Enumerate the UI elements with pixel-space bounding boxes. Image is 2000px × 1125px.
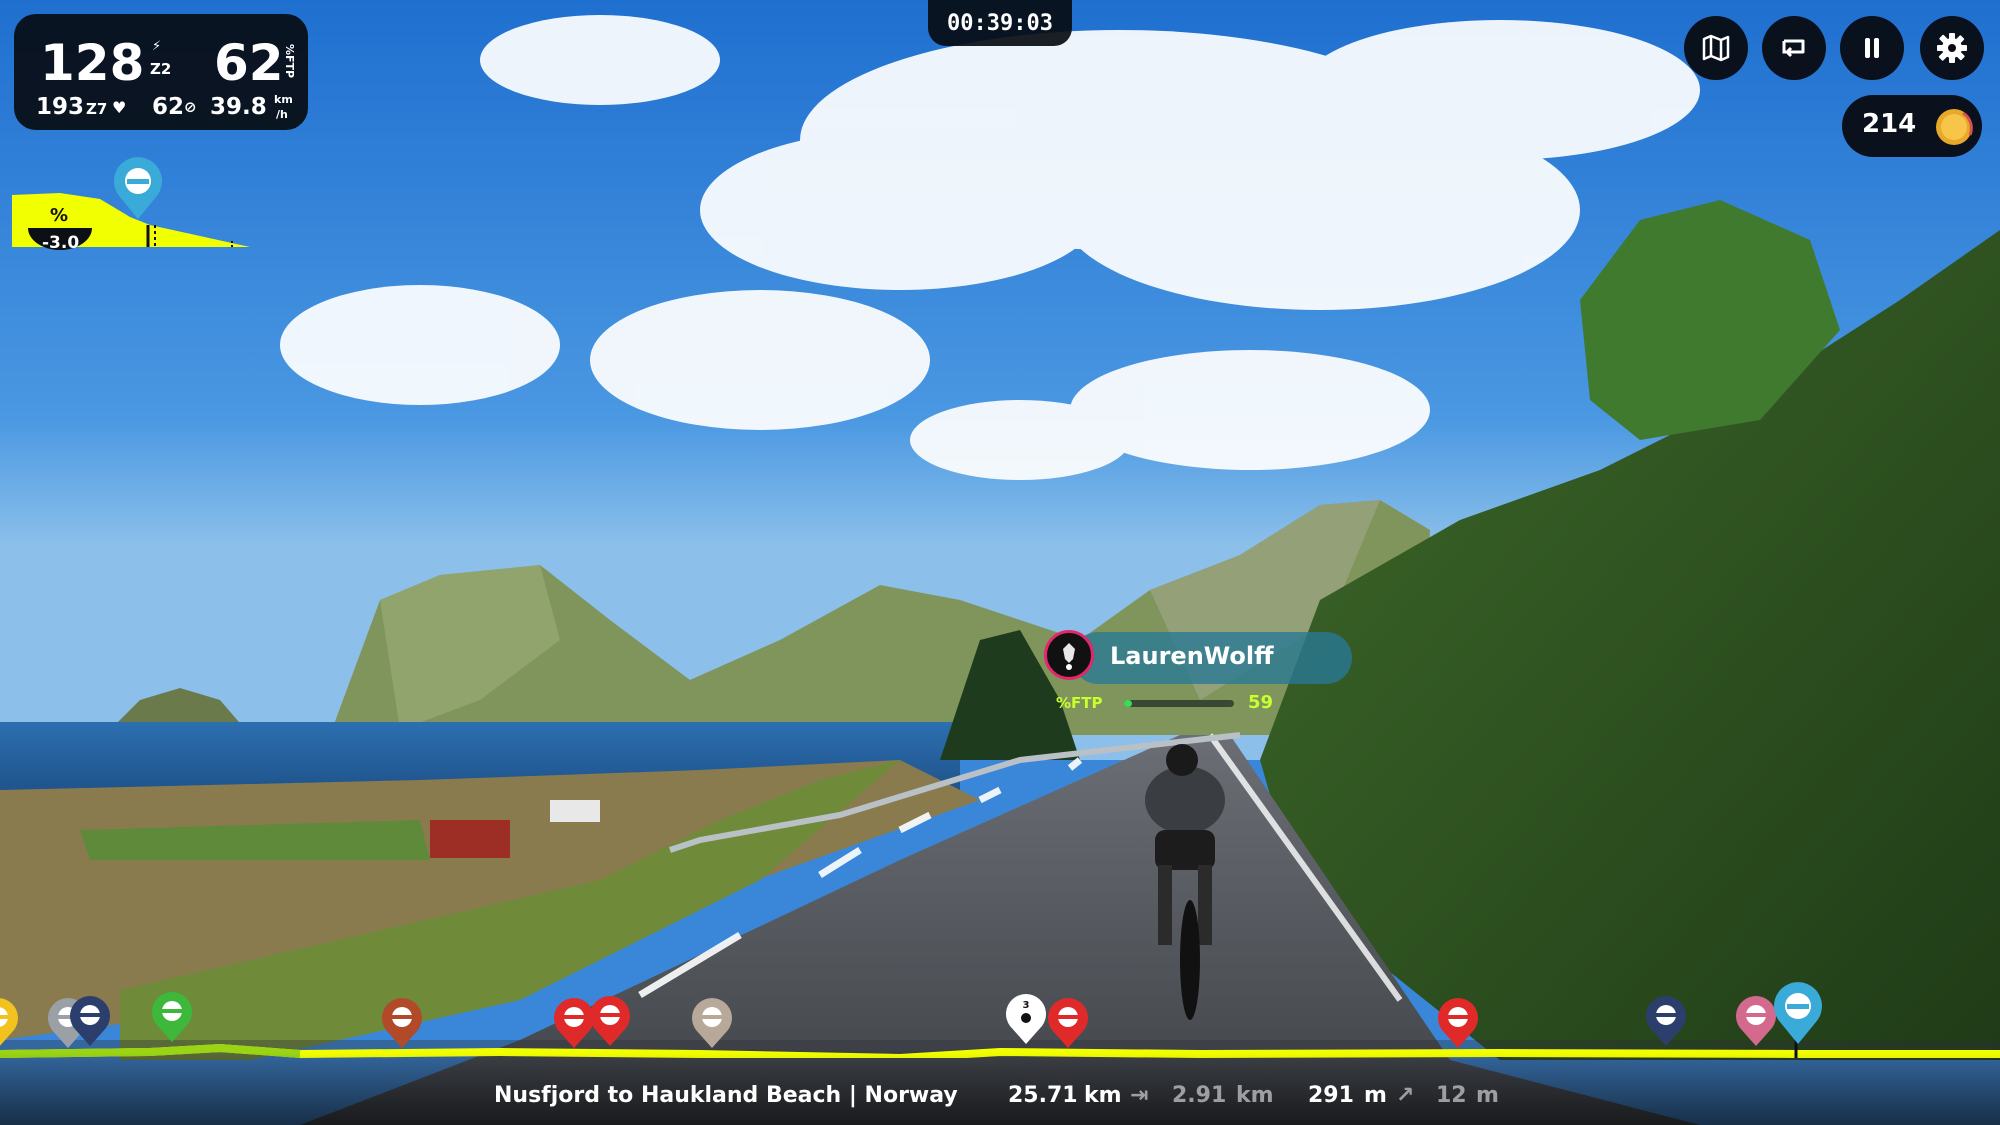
- elevation-value: 291: [1308, 1083, 1354, 1108]
- stats-panel: 128 ⚡ Z2 62 %FTP 193 Z7 ♥ 62 ⊘ 39.8 km /…: [14, 14, 308, 130]
- rider-marker-icon: [114, 157, 162, 219]
- scenery-background: [0, 0, 2000, 1125]
- loop-icon: [1782, 39, 1805, 58]
- rider-marker[interactable]: [588, 996, 632, 1048]
- remaining-icon: ⇥: [1130, 1083, 1149, 1108]
- route-name: Nusfjord to Haukland Beach | Norway: [494, 1083, 958, 1108]
- rider-marker[interactable]: [1046, 998, 1090, 1050]
- rider-ftp: %FTP 59: [1056, 692, 1286, 716]
- ftp-percent-value: 62: [214, 34, 284, 92]
- rider-marker[interactable]: [0, 998, 20, 1050]
- coin-value: 214: [1862, 109, 1917, 139]
- map-button[interactable]: [1684, 16, 1748, 80]
- speed-unit-bottom: /h: [276, 108, 288, 121]
- climb-value: 12: [1436, 1083, 1467, 1108]
- speed-unit-top: km: [274, 93, 293, 106]
- bottom-info-bar: [0, 1052, 2000, 1125]
- gradient-widget: % -3.0: [10, 155, 260, 265]
- remaining-unit: km: [1236, 1083, 1274, 1108]
- group-marker[interactable]: 3: [1004, 994, 1048, 1046]
- distance-value: 25.71: [1008, 1083, 1078, 1108]
- coin-counter: 214: [1842, 95, 1982, 157]
- settings-button[interactable]: [1920, 16, 1984, 80]
- gradient-label: %: [50, 205, 69, 226]
- climb-icon: ↗: [1396, 1083, 1415, 1108]
- pause-icon: [1865, 38, 1879, 58]
- loop-button[interactable]: [1762, 16, 1826, 80]
- gradient-value: -3.0: [42, 233, 80, 253]
- ftp-unit: %FTP: [283, 44, 296, 79]
- elevation-unit: m: [1364, 1083, 1387, 1108]
- hr-zone: Z7: [86, 100, 108, 118]
- ftp-label: %FTP: [1056, 694, 1103, 712]
- elapsed-timer: 00:39:03: [928, 0, 1072, 46]
- distance-unit: km: [1084, 1083, 1122, 1108]
- coin-icon: [1936, 109, 1973, 145]
- climb-unit: m: [1476, 1083, 1499, 1108]
- rider-marker[interactable]: [150, 992, 194, 1044]
- heart-icon: ♥: [112, 98, 127, 117]
- svg-text:3: 3: [1023, 1000, 1030, 1011]
- power-zone: Z2: [150, 60, 172, 78]
- ftp-progress-bar: [1124, 700, 1234, 707]
- pause-button[interactable]: [1840, 16, 1904, 80]
- rider-marker[interactable]: [1436, 998, 1480, 1050]
- ftp-value: 59: [1248, 692, 1274, 713]
- rider-marker[interactable]: [380, 998, 424, 1050]
- power-icon: ⚡: [152, 39, 162, 54]
- rider-marker[interactable]: [1644, 996, 1688, 1048]
- heart-rate-value: 193: [36, 94, 85, 120]
- rider-name: LaurenWolff: [1110, 642, 1274, 670]
- avatar: [1044, 630, 1094, 680]
- gear-icon: [1937, 33, 1967, 63]
- cadence-icon: ⊘: [184, 98, 197, 116]
- remaining-value: 2.91: [1172, 1083, 1227, 1108]
- cadence-value: 62: [152, 94, 185, 120]
- speed-value: 39.8: [210, 94, 267, 120]
- rider-marker[interactable]: [690, 998, 734, 1050]
- power-value: 128: [40, 34, 145, 92]
- map-icon: [1702, 34, 1730, 62]
- rider-label[interactable]: LaurenWolff: [1042, 630, 1352, 686]
- self-rider-marker[interactable]: [1770, 982, 1826, 1046]
- rider-marker[interactable]: [68, 996, 112, 1048]
- ftp-progress-fill: [1124, 700, 1132, 707]
